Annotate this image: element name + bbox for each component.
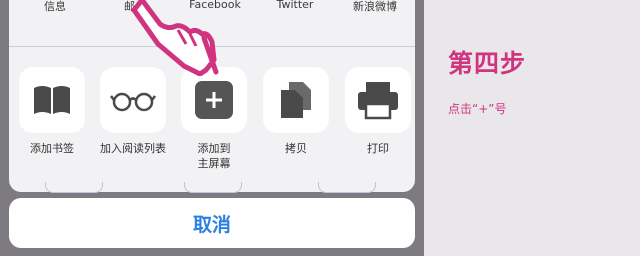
next-row-hint	[45, 182, 103, 193]
add-bookmark-tile[interactable]	[19, 67, 85, 133]
add-to-home-tile[interactable]	[181, 67, 247, 133]
action-label: 打印	[367, 142, 389, 155]
action-label: 添加书签	[30, 142, 74, 155]
app-label-twitter[interactable]: Twitter	[277, 0, 314, 11]
action-label: 加入阅读列表	[100, 142, 166, 155]
pointing-hand-icon	[131, 0, 219, 76]
app-label-weibo[interactable]: 新浪微博	[353, 0, 397, 14]
action-reading-list[interactable]: 加入阅读列表	[100, 67, 166, 156]
reading-list-tile[interactable]	[100, 67, 166, 133]
copy-icon	[281, 82, 311, 118]
next-row-hint	[318, 182, 376, 193]
copy-tile[interactable]	[263, 67, 329, 133]
next-row-hint	[184, 182, 242, 193]
cancel-button[interactable]: 取消	[9, 198, 415, 248]
app-label-messages[interactable]: 信息	[44, 0, 66, 14]
book-icon	[34, 86, 70, 114]
action-add-to-home[interactable]: 添加到 主屏幕	[181, 67, 247, 171]
step-title: 第四步	[448, 49, 527, 78]
step-description: 点击“+”号	[448, 102, 507, 116]
action-label: 添加到 主屏幕	[197, 142, 231, 170]
action-print[interactable]: 打印	[345, 67, 411, 156]
print-tile[interactable]	[345, 67, 411, 133]
action-copy[interactable]: 拷贝	[263, 67, 329, 156]
action-add-bookmark[interactable]: 添加书签	[19, 67, 85, 156]
glasses-icon	[110, 92, 156, 112]
plus-icon	[195, 81, 233, 119]
phone-screen: 信息 邮件 Facebook Twitter 新浪微博 添加书签 加入阅读列表	[0, 0, 424, 256]
action-label: 拷贝	[285, 142, 307, 155]
printer-icon	[358, 82, 398, 120]
